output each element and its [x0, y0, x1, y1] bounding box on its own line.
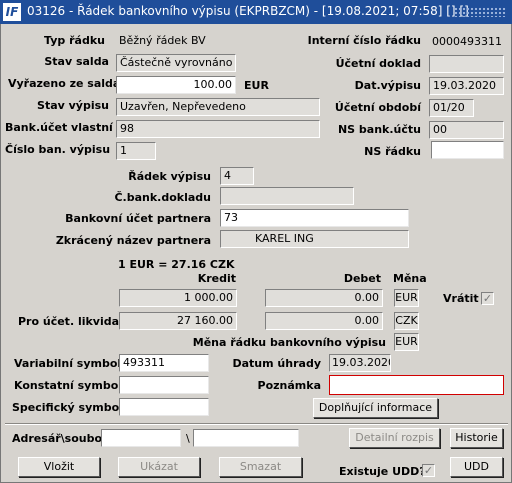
label-pro-ucet: Pro účet. likvidaci	[18, 315, 130, 328]
field-debet-2: 0.00	[265, 312, 383, 330]
field-zkraceny-nazev: KAREL ING	[220, 230, 409, 248]
header-kredit: Kredit	[197, 272, 236, 285]
field-poznamka[interactable]	[329, 375, 504, 395]
label-konstatni: Konstatní symbol	[14, 379, 123, 392]
checkbox-existuje-udd[interactable]: ✓	[422, 464, 435, 477]
title-bar[interactable]: IF 03126 - Řádek bankovního výpisu (EKPR…	[0, 0, 512, 24]
ukazat-button[interactable]: Ukázat	[118, 457, 200, 477]
label-zkraceny-nazev: Zkrácený název partnera	[55, 234, 211, 247]
label-poznamka: Poznámka	[257, 379, 321, 392]
checkbox-vratit[interactable]: ✓	[481, 292, 494, 305]
check-icon: ✓	[423, 464, 434, 477]
label-ucetni-doklad: Účetní doklad	[335, 57, 421, 70]
field-ns-bank-uctu: 00	[429, 121, 504, 139]
field-dat-vypisu: 19.03.2020	[429, 77, 504, 95]
value-interni-cislo: 0000493311	[432, 35, 502, 48]
field-mena-2: CZK	[394, 312, 419, 330]
vlozit-button[interactable]: Vložit	[18, 457, 100, 477]
label-interni-cislo: Interní číslo řádku	[307, 34, 421, 47]
field-c-bank-dokladu	[220, 187, 354, 205]
label-ns-radku: NS řádku	[364, 145, 421, 158]
label-existuje-udd: Existuje UDD?	[339, 465, 426, 478]
field-ucetni-obdobi: 01/20	[429, 99, 474, 117]
label-ucetni-obdobi: Účetní období	[334, 101, 421, 114]
label-vyrazeno: Vyřazeno ze salda	[8, 77, 121, 90]
label-variabilni: Variabilní symbol	[14, 357, 122, 370]
smazat-button[interactable]: Smazat	[219, 457, 302, 477]
separator	[5, 423, 508, 425]
field-bankovni-ucet-partnera[interactable]: 73	[220, 209, 409, 227]
field-mena-radku: EUR	[394, 333, 419, 351]
field-stav-salda: Částečně vyrovnáno	[116, 54, 236, 72]
label-ns-bank-uctu: NS bank.účtu	[337, 123, 421, 136]
check-icon: ✓	[482, 292, 493, 305]
label-bank-ucet-vlastni: Bank.účet vlastní	[5, 121, 113, 134]
field-stav-vypisu: Uzavřen, Nepřevedeno	[116, 98, 320, 116]
field-soubor[interactable]	[193, 429, 299, 447]
label-kurz: 1 EUR = 27.16 CZK	[118, 258, 235, 271]
field-ns-radku[interactable]	[431, 141, 504, 159]
field-datum-uhrady: 19.03.2020	[329, 354, 391, 372]
field-debet-1: 0.00	[265, 289, 383, 307]
title-grip-icon	[454, 7, 506, 17]
label-vratit: Vrátit	[443, 292, 479, 305]
field-radek-vypisu: 4	[220, 167, 254, 185]
udd-button[interactable]: UDD	[450, 457, 503, 477]
form-window: Typ řádku Běžný řádek BV Stav salda Část…	[0, 24, 512, 483]
label-datum-uhrady: Datum úhrady	[232, 357, 322, 370]
label-cislo-ban-vypisu: Číslo ban. výpisu	[5, 143, 111, 156]
field-cislo-ban-vypisu: 1	[116, 142, 156, 160]
historie-button[interactable]: Historie	[450, 428, 503, 448]
field-ucetni-doklad	[429, 55, 504, 73]
window-title: 03126 - Řádek bankovního výpisu (EKPRBZC…	[27, 4, 469, 18]
header-mena: Měna	[393, 272, 427, 285]
label-stav-salda: Stav salda	[44, 55, 109, 68]
label-c-bank-dokladu: Č.bank.dokladu	[114, 191, 211, 204]
label-specificky: Specifický symbol	[12, 401, 123, 414]
field-konstatni[interactable]	[119, 376, 209, 394]
label-bankovni-ucet-partnera: Bankovní účet partnera	[65, 212, 211, 225]
field-kredit-1: 1 000.00	[119, 289, 237, 307]
app-logo-icon: IF	[3, 3, 21, 21]
field-mena-1: EUR	[394, 289, 419, 307]
label-radek-vypisu: Řádek výpisu	[128, 170, 211, 183]
field-variabilni[interactable]: 493311	[119, 354, 209, 372]
header-debet: Debet	[343, 272, 381, 285]
value-typ-radku: Běžný řádek BV	[119, 34, 206, 47]
field-kredit-2: 27 160.00	[119, 312, 237, 330]
label-stav-vypisu: Stav výpisu	[37, 99, 109, 112]
label-typ-radku: Typ řádku	[44, 34, 105, 47]
field-vyrazeno[interactable]: 100.00	[116, 76, 236, 94]
label-backslash: \	[186, 432, 190, 445]
field-specificky[interactable]	[119, 398, 209, 416]
label-adresar: Adresář\soubor	[12, 432, 108, 445]
field-bank-ucet-vlastni: 98	[116, 120, 320, 138]
detailni-rozpis-button[interactable]: Detailní rozpis	[349, 428, 440, 448]
field-adresar[interactable]	[101, 429, 181, 447]
label-mena-radku: Měna řádku bankovního výpisu	[192, 336, 386, 349]
doplnujici-informace-button[interactable]: Doplňující informace	[313, 398, 438, 418]
label-vyrazeno-mena: EUR	[244, 79, 269, 92]
label-dat-vypisu: Dat.výpisu	[354, 79, 421, 92]
